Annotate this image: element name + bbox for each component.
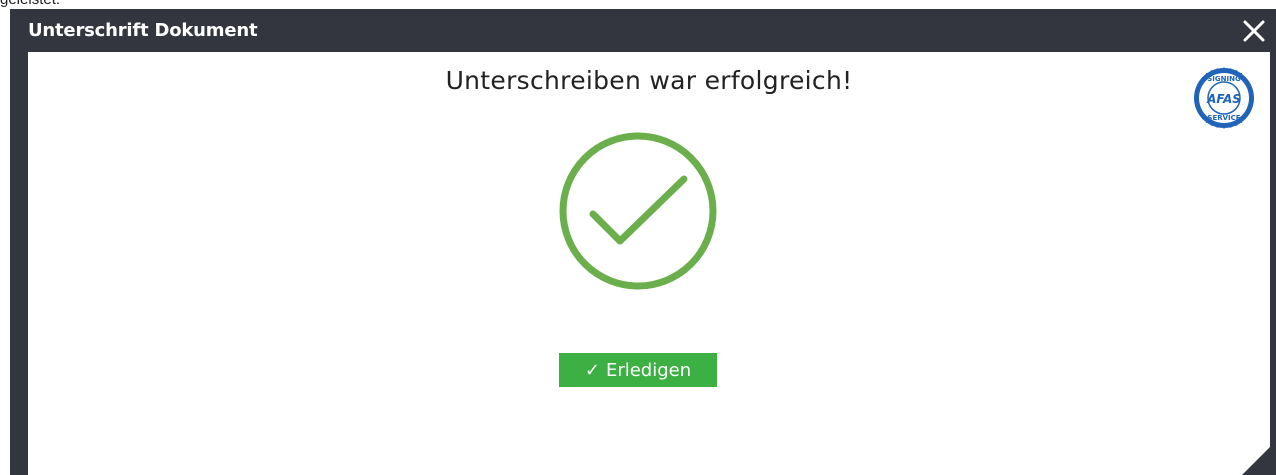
done-button-label: Erledigen bbox=[605, 359, 692, 381]
seal-brand-text: AFAS bbox=[1206, 92, 1241, 106]
resize-handle[interactable] bbox=[1242, 441, 1276, 475]
dialog-title: Unterschrift Dokument bbox=[28, 20, 258, 41]
dialog-titlebar: Unterschrift Dokument bbox=[10, 9, 1276, 52]
signature-dialog: Unterschrift Dokument Unterschreiben war… bbox=[10, 9, 1276, 475]
success-headline: Unterschreiben war erfolgreich! bbox=[445, 66, 853, 95]
dialog-content: Unterschreiben war erfolgreich! SIGNING … bbox=[28, 52, 1270, 475]
checkmark-circle-icon bbox=[558, 131, 718, 291]
seal-ring-bottom-text: SERVICE bbox=[1207, 114, 1240, 122]
afas-signing-service-seal-icon: SIGNING AFAS SERVICE bbox=[1192, 66, 1256, 130]
done-check-icon: ✓ bbox=[584, 359, 600, 381]
done-button[interactable]: ✓ Erledigen bbox=[559, 353, 717, 387]
background-caption: geleistet. bbox=[0, 0, 60, 8]
seal-ring-top-text: SIGNING bbox=[1207, 75, 1241, 83]
close-icon[interactable] bbox=[1240, 17, 1268, 45]
